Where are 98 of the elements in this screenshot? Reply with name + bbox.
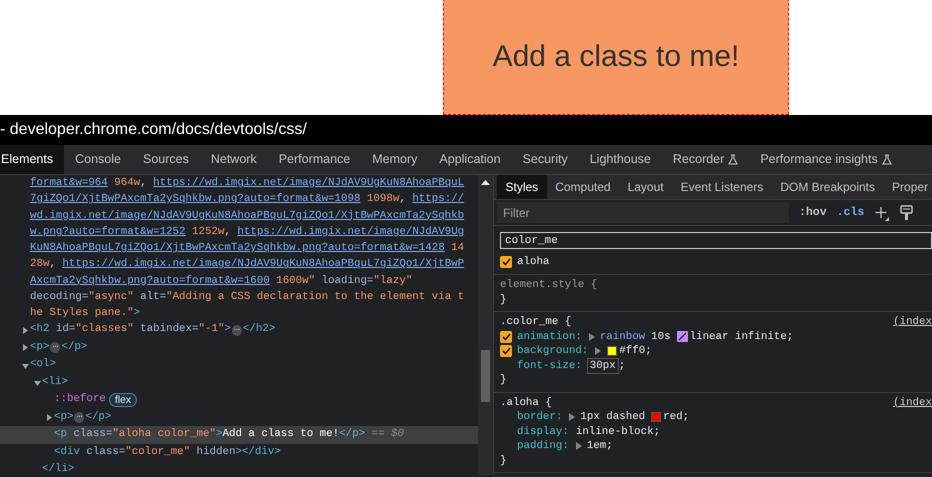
disclosure-triangle-icon[interactable]	[22, 326, 29, 334]
css-value: linear infinite;	[690, 330, 794, 344]
color-swatch[interactable]	[607, 346, 618, 356]
closing-brace: }	[500, 292, 506, 308]
html-code-text: <ol>	[30, 357, 56, 372]
dom-tree-row[interactable]: <ol>	[0, 356, 478, 374]
devtools-tab[interactable]: Memory	[361, 145, 428, 174]
css-value: inline-block;	[576, 424, 660, 440]
demo-text: Add a class to me!	[492, 39, 740, 75]
ellipsis-button[interactable]: …	[232, 324, 242, 336]
disclosure-triangle-icon[interactable]	[22, 362, 29, 368]
closing-brace: }	[500, 454, 506, 468]
html-code-text: <li>	[42, 374, 68, 390]
sidebar-tab[interactable]: Event Listeners	[672, 175, 772, 199]
html-code-text: <p class="aloha color_me">Add a class to me!</p> == $0	[54, 427, 404, 442]
sidebar-tab[interactable]: Styles	[497, 175, 547, 199]
sidebar-tab[interactable]: Computed	[546, 175, 620, 199]
css-property: padding:	[517, 439, 569, 454]
sidebar-tab[interactable]: Proper	[884, 175, 932, 199]
html-code-text: </p>	[61, 340, 88, 355]
css-value: 1em;	[586, 439, 613, 454]
sidebar-tab[interactable]: DOM Breakpoints	[772, 175, 884, 199]
css-property: display:	[517, 424, 569, 440]
sidebar-tab[interactable]: Layout	[619, 175, 672, 199]
html-code-text: <p>	[54, 410, 74, 425]
scroll-up-arrow-icon[interactable]	[481, 179, 490, 185]
css-property: border:	[517, 410, 562, 425]
dom-tree-row[interactable]: <div class="color_me" hidden></div>	[0, 444, 478, 462]
class-label: aloha	[517, 255, 550, 270]
html-code-text: <p>	[30, 340, 50, 355]
expand-triangle-icon[interactable]	[576, 442, 582, 450]
css-value: 10s	[651, 330, 671, 344]
css-selector: .color_me {	[500, 315, 572, 330]
html-code-text: </p>	[85, 410, 112, 425]
checkbox[interactable]	[500, 256, 512, 268]
html-code-line: 7giZQo1/XjtBwPAxcmTa2ySqhkbw.png?auto=format&w=1098 1098w, https://	[29, 192, 466, 208]
disclosure-triangle-icon[interactable]	[46, 414, 53, 421]
checkbox[interactable]	[500, 345, 512, 358]
disclosure-triangle-icon[interactable]	[22, 344, 29, 351]
devtools-tab[interactable]: Application	[428, 145, 512, 174]
devtools-tab[interactable]: Lighthouse	[578, 145, 662, 174]
devtools-tab[interactable]: Recorder	[662, 145, 750, 174]
page-url: - developer.chrome.com/docs/devtools/css/	[0, 121, 307, 138]
html-code-text: <h2 id="classes" tabindex="-1">	[30, 322, 231, 338]
devtools-tab[interactable]: Sources	[132, 145, 200, 174]
flex-badge[interactable]: flex	[108, 393, 138, 407]
toolbar-toggle[interactable]: .cls	[836, 204, 864, 222]
dom-tree-row[interactable]: ::before flex	[0, 391, 478, 409]
filter-field[interactable]: Filter	[497, 202, 789, 223]
dom-tree-row[interactable]: <p class="aloha color_me">Add a class to me!</p> == $0	[0, 426, 478, 444]
closing-brace: }	[500, 373, 506, 388]
css-property: animation:	[517, 330, 582, 344]
dom-tree-row[interactable]: <p> … </p>	[0, 338, 478, 356]
css-selector: element.style {	[500, 278, 598, 293]
css-value: #ff0;	[619, 344, 652, 359]
css-property: background:	[517, 344, 588, 359]
devtools-tab[interactable]: Elements	[0, 145, 64, 174]
html-code-line: decoding="async" alt="Adding a CSS declaration to the element via t	[29, 290, 466, 305]
ellipsis-button[interactable]: …	[50, 342, 60, 353]
devtools-tab[interactable]: Performance insights	[749, 145, 903, 174]
value-edit-field[interactable]: 30px	[586, 358, 619, 374]
html-code-text: <div class="color_me" hidden></div>	[54, 444, 281, 460]
color-swatch[interactable]	[651, 412, 662, 422]
html-code-line: wd.imgix.net/image/NJdAV9UgKuN8AhoaPBquL7giZQo1/XjtBwPAxcmTa2ySqhkb	[29, 208, 466, 224]
easing-swatch-icon[interactable]	[676, 331, 688, 342]
css-selector: .aloha {	[500, 396, 552, 410]
html-code-text: ::before	[54, 392, 106, 408]
source-link[interactable]: (index	[893, 396, 932, 410]
ellipsis-button[interactable]: …	[74, 412, 84, 423]
dom-tree-row[interactable]: <h2 id="classes" tabindex="-1"> … </h2>	[0, 321, 478, 339]
devtools-tab[interactable]: Performance	[268, 145, 362, 174]
html-code-line: AxcmTa2ySqhkbw.png?auto=format&w=1600 1600w" loading="lazy"	[29, 274, 414, 288]
source-link[interactable]: (index	[893, 315, 932, 330]
css-property: font-size:	[517, 358, 582, 374]
disclosure-triangle-icon[interactable]	[34, 379, 41, 386]
devtools-tab[interactable]: Network	[200, 145, 268, 174]
paint-roller-icon[interactable]	[900, 204, 914, 220]
devtools-tab[interactable]: Security	[512, 145, 579, 174]
dom-tree-row[interactable]: <li>	[0, 374, 478, 392]
html-code-line: he Styles pane.">	[29, 306, 142, 321]
html-code-line: format&w=964 964w, https://wd.imgix.net/image/NJdAV9UgKuN8AhoaPBquL	[29, 176, 466, 191]
css-value: ;	[618, 358, 626, 374]
scrollbar-thumb[interactable]	[481, 350, 490, 402]
devtools-tab[interactable]: Console	[64, 145, 132, 174]
html-code-line: w.png?auto=format&w=1252 1252w, https://wd.imgix.net/image/NJdAV9Ug	[29, 224, 466, 240]
expand-triangle-icon[interactable]	[569, 413, 576, 422]
html-code-text: </h2>	[242, 322, 276, 338]
toolbar-toggle[interactable]: :hov	[799, 204, 827, 222]
class-name-field[interactable]: color_me	[500, 232, 932, 249]
css-value: 1px dashed	[580, 410, 646, 425]
css-value: red;	[663, 410, 690, 425]
plus-icon[interactable]	[874, 204, 890, 220]
html-code-line: 28w, https://wd.imgix.net/image/NJdAV9UgKuN8AhoaPBquL7giZQo1/XjtBwP	[29, 257, 466, 272]
animation-name-link[interactable]: rainbow	[600, 330, 646, 344]
html-code-text: </li>	[42, 462, 74, 475]
checkbox[interactable]	[500, 330, 512, 343]
dom-tree-row[interactable]: <p> … </p>	[0, 408, 478, 426]
html-code-line: KuN8AhoaPBquL7giZQo1/XjtBwPAxcmTa2ySqhkbw.png?auto=format&w=1428 14	[29, 241, 466, 256]
